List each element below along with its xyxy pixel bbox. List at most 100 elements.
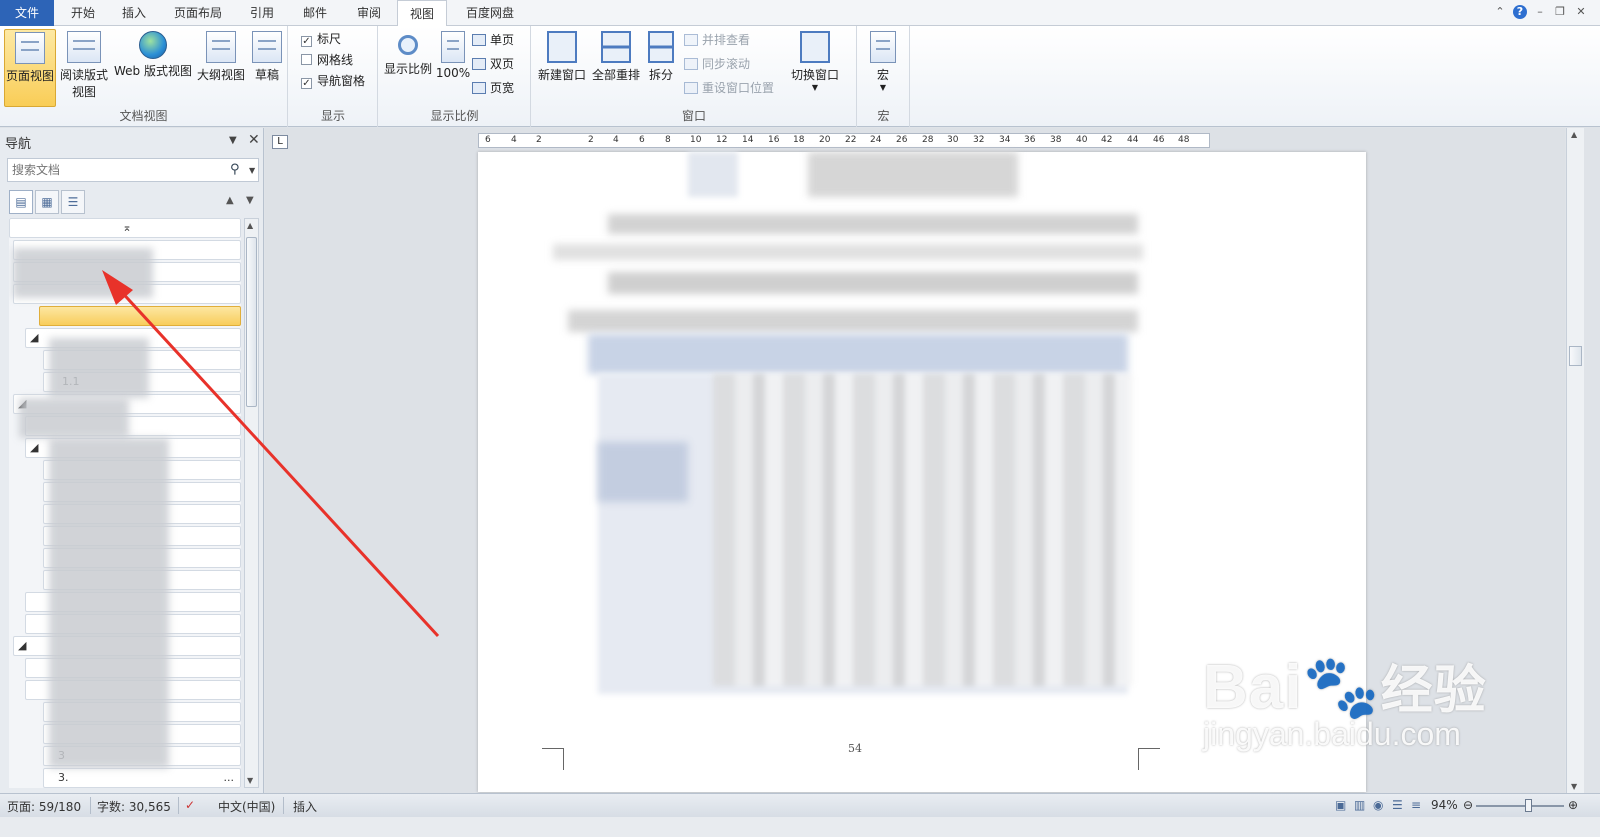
scroll-up-arrow-icon[interactable]: ▲	[247, 221, 253, 230]
tab-stop-selector[interactable]: L	[272, 135, 288, 149]
page-width-button[interactable]: 页宽	[472, 78, 514, 98]
full-screen-reading-icon[interactable]: ▥	[1354, 798, 1365, 812]
ruler-tick-label: 12	[716, 135, 728, 145]
web-view-button[interactable]: Web 版式视图	[112, 29, 194, 79]
proofing-icon[interactable]: ✓	[185, 798, 195, 812]
minimize-icon[interactable]: –	[1533, 5, 1547, 19]
tab-view[interactable]: 视图	[397, 0, 447, 27]
ruler-tick-label: 30	[947, 135, 959, 145]
tab-mailings[interactable]: 邮件	[290, 0, 340, 26]
reading-view-button[interactable]: 阅读版式 视图	[58, 29, 110, 100]
web-layout-icon[interactable]: ◉	[1373, 798, 1383, 812]
search-icon[interactable]: ⚲	[230, 162, 240, 177]
close-icon[interactable]: ✕	[1574, 5, 1588, 19]
search-options-chevron-icon[interactable]: ▼	[249, 166, 255, 175]
redacted-region	[713, 374, 1133, 686]
nav-scroll-thumb[interactable]	[246, 237, 257, 407]
group-label-document-views: 文档视图	[119, 109, 168, 123]
tab-page-layout[interactable]: 页面布局	[162, 0, 234, 26]
ruler-tick-label: 42	[1101, 135, 1113, 145]
macros-button[interactable]: 宏 ▼	[864, 29, 902, 92]
paw-icon: 🐾	[1302, 653, 1381, 722]
tab-file[interactable]: 文件	[0, 0, 54, 26]
switch-windows-button[interactable]: 切换窗口 ▼	[784, 29, 846, 92]
redacted-region	[588, 334, 1128, 374]
document-scroll-thumb[interactable]	[1569, 346, 1582, 366]
zoom-slider-handle[interactable]	[1525, 799, 1532, 812]
insert-mode-indicator[interactable]: 插入	[293, 798, 317, 815]
zoom-in-icon[interactable]: ⊕	[1568, 798, 1578, 812]
document-scrollbar[interactable]: ▲ ▼	[1566, 128, 1584, 793]
nav-heading-list: ⌅ ◢ 1.1 ◢ ◢ ◢ 3 3....	[9, 218, 241, 788]
next-heading-arrow-icon[interactable]: ▼	[246, 195, 254, 206]
nav-close-icon[interactable]: ✕	[248, 132, 260, 148]
horizontal-ruler[interactable]: 6 4 2 2 4 6 8 10 12 14 16 18 20 22 24 26 28 30 32 34 36 38 40 4…	[478, 133, 1210, 148]
outline-view-button[interactable]: 大纲视图	[196, 29, 246, 83]
ruler-tick-label: 36	[1024, 135, 1036, 145]
group-label-macros: 宏	[877, 109, 890, 123]
group-document-views: 页面视图 阅读版式 视图 Web 版式视图 大纲视图 草稿 文档视图	[0, 26, 288, 127]
draft-view-button[interactable]: 草稿	[250, 29, 284, 83]
gridlines-checkbox[interactable]: 网格线	[301, 50, 353, 70]
split-icon	[648, 31, 674, 63]
arrange-all-icon	[601, 31, 631, 63]
ruler-checkbox[interactable]: ✓ 标尺	[301, 29, 341, 49]
collapse-all-icon[interactable]: ⌅	[9, 218, 241, 238]
scroll-down-arrow-icon[interactable]: ▼	[247, 776, 253, 785]
reset-window-position-button[interactable]: 重设窗口位置	[684, 78, 774, 98]
tab-insert[interactable]: 插入	[110, 0, 158, 26]
document-area: L 6 4 2 2 4 6 8 10 12 14 16 18 20 22 24 26 28 30 32 34 36 38 4…	[265, 128, 1565, 793]
page-count-indicator[interactable]: 页面: 59/180	[7, 798, 81, 815]
tab-baidu-netdisk[interactable]: 百度网盘	[452, 0, 528, 26]
nav-options-chevron-icon[interactable]: ▼	[229, 135, 237, 146]
group-window: 新建窗口 全部重排 拆分 并排查看 同步滚动 重设窗口位置 切换窗口 ▼ 窗口	[532, 26, 857, 127]
zoom-100-button[interactable]: 100%	[435, 29, 471, 80]
split-button[interactable]: 拆分	[644, 29, 678, 83]
arrange-all-button[interactable]: 全部重排	[590, 29, 642, 83]
nav-item-selected[interactable]	[39, 306, 241, 326]
ruler-tick-label: 4	[613, 135, 619, 145]
tab-review[interactable]: 审阅	[344, 0, 394, 26]
zoom-button[interactable]: 显示比例	[383, 29, 433, 77]
list-item[interactable]: 3....	[43, 768, 241, 788]
group-macros: 宏 ▼ 宏	[858, 26, 910, 127]
ruler-tick-label: 48	[1178, 135, 1190, 145]
scroll-down-arrow-icon[interactable]: ▼	[1571, 782, 1577, 791]
tab-references[interactable]: 引用	[238, 0, 286, 26]
page-view-button[interactable]: 页面视图	[4, 29, 56, 107]
help-icon[interactable]: ?	[1513, 5, 1527, 19]
two-pages-icon	[472, 58, 486, 70]
zoom-level[interactable]: 94%	[1431, 798, 1458, 812]
restore-icon[interactable]: ❐	[1553, 5, 1567, 19]
ribbon-minimize-icon[interactable]: ⌃	[1493, 5, 1507, 19]
scroll-up-arrow-icon[interactable]: ▲	[1571, 130, 1577, 139]
nav-scrollbar[interactable]: ▲ ▼	[244, 218, 259, 788]
ruler-tick-label: 44	[1127, 135, 1139, 145]
zoom-slider[interactable]	[1476, 805, 1564, 807]
zoom-100-icon	[441, 31, 465, 63]
language-indicator[interactable]: 中文(中国)	[218, 798, 275, 815]
synchronous-scrolling-button[interactable]: 同步滚动	[684, 54, 750, 74]
word-count-indicator[interactable]: 字数: 30,565	[97, 798, 171, 815]
page-view-icon	[15, 32, 45, 64]
browse-headings-tab[interactable]: ▤	[9, 190, 33, 214]
previous-heading-arrow-icon[interactable]: ▲	[226, 195, 234, 206]
web-view-icon	[139, 31, 167, 59]
redacted-region	[49, 438, 169, 768]
zoom-out-icon[interactable]: ⊖	[1463, 798, 1473, 812]
sync-scroll-icon	[684, 58, 698, 70]
nav-search-input[interactable]	[7, 158, 259, 182]
checkbox-checked-icon: ✓	[301, 78, 312, 89]
outline-icon[interactable]: ☰	[1392, 798, 1403, 812]
two-pages-button[interactable]: 双页	[472, 54, 514, 74]
one-page-button[interactable]: 单页	[472, 30, 514, 50]
tab-home[interactable]: 开始	[58, 0, 108, 26]
browse-pages-tab[interactable]: ▦	[35, 190, 59, 214]
view-side-by-side-button[interactable]: 并排查看	[684, 30, 750, 50]
navigation-pane: 导航 ▼ ✕ ⚲ ▼ ▤ ▦ ☰ ▲ ▼ ⌅ ◢ 1.1 ◢ ◢ ◢ 3 3..…	[0, 128, 264, 793]
draft-icon[interactable]: ≡	[1411, 798, 1421, 812]
print-layout-view-icon[interactable]: ▣	[1335, 798, 1346, 812]
browse-results-tab[interactable]: ☰	[61, 190, 85, 214]
new-window-button[interactable]: 新建窗口	[536, 29, 588, 83]
navigation-pane-checkbox[interactable]: ✓ 导航窗格	[301, 71, 365, 91]
